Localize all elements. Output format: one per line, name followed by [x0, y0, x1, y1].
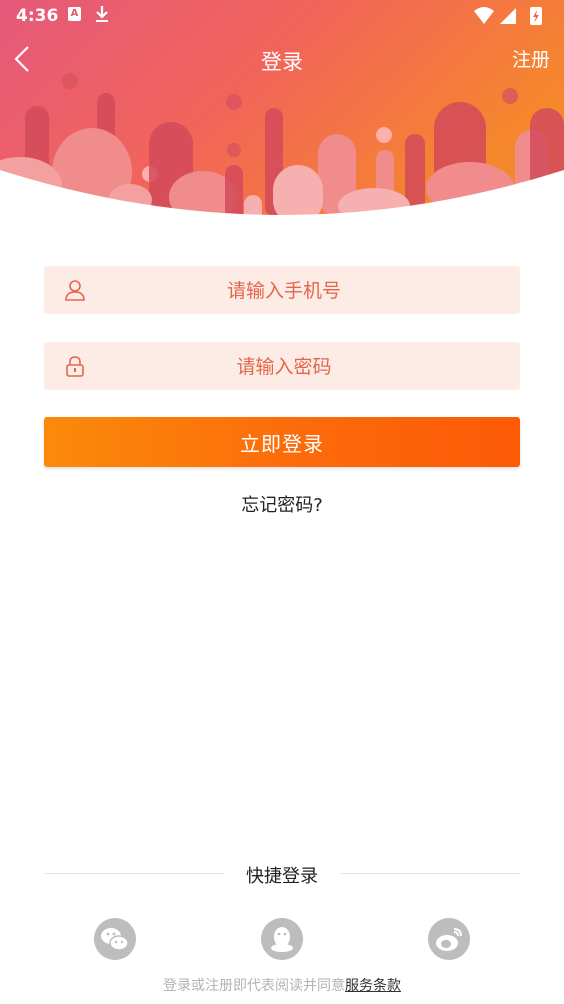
- quick-login-label: 快捷登录: [246, 866, 318, 887]
- status-time: 4:36: [16, 6, 59, 26]
- nav-bar: 登录 注册: [0, 36, 564, 80]
- city-skyline-illustration: [0, 0, 564, 220]
- password-input[interactable]: [44, 342, 524, 392]
- weibo-icon[interactable]: [428, 918, 470, 960]
- download-icon: [96, 6, 108, 22]
- a-letter-icon: A: [68, 7, 81, 21]
- terms-notice: 登录或注册即代表阅读并同意服务条款: [0, 975, 564, 995]
- wifi-icon: [474, 7, 542, 25]
- header-banner: 4:36 A 登录 注册: [0, 0, 564, 220]
- page-title: 登录: [261, 50, 303, 74]
- terms-link[interactable]: 服务条款: [345, 978, 401, 994]
- phone-field[interactable]: [44, 266, 524, 316]
- forgot-password-link[interactable]: 忘记密码?: [0, 491, 564, 517]
- divider-right: [340, 873, 520, 874]
- terms-text: 登录或注册即代表阅读并同意: [163, 978, 345, 994]
- signal-icon: [500, 8, 516, 24]
- status-system-icons: [472, 6, 548, 31]
- register-button[interactable]: 注册: [512, 45, 550, 72]
- status-bar: 4:36 A: [0, 0, 564, 32]
- phone-input[interactable]: [44, 266, 524, 316]
- password-field[interactable]: [44, 342, 524, 392]
- quick-login-divider: 快捷登录: [0, 860, 564, 888]
- qq-icon[interactable]: [261, 918, 303, 960]
- login-button[interactable]: 立即登录: [44, 417, 520, 467]
- wechat-icon[interactable]: [94, 918, 136, 960]
